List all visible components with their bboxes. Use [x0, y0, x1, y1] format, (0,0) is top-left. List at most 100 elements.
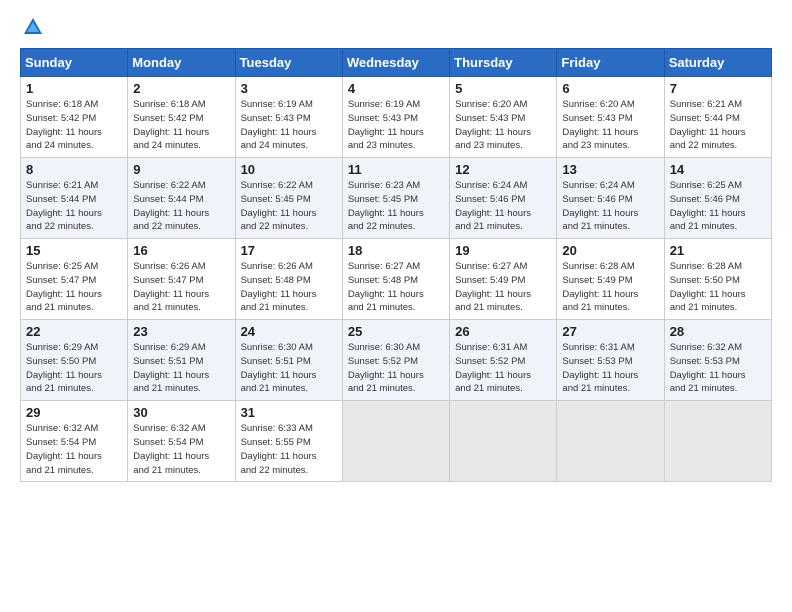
day-info: Sunrise: 6:24 AM Sunset: 5:46 PM Dayligh…: [562, 179, 658, 234]
day-number: 14: [670, 162, 766, 177]
day-cell: 22 Sunrise: 6:29 AM Sunset: 5:50 PM Dayli…: [21, 320, 128, 401]
day-cell: 12Sunrise: 6:24 AM Sunset: 5:46 PM Dayli…: [450, 158, 557, 239]
day-number: 17: [241, 243, 337, 258]
day-info: Sunrise: 6:19 AM Sunset: 5:43 PM Dayligh…: [348, 98, 444, 153]
day-number: 29: [26, 405, 122, 420]
day-info: Sunrise: 6:30 AM Sunset: 5:51 PM Dayligh…: [241, 341, 337, 396]
logo: [20, 16, 44, 38]
day-cell: 25 Sunrise: 6:30 AM Sunset: 5:52 PM Dayli…: [342, 320, 449, 401]
day-cell: 5Sunrise: 6:20 AM Sunset: 5:43 PM Daylig…: [450, 77, 557, 158]
week-row-4: 22 Sunrise: 6:29 AM Sunset: 5:50 PM Dayli…: [21, 320, 772, 401]
page: SundayMondayTuesdayWednesdayThursdayFrid…: [0, 0, 792, 612]
day-cell: 13 Sunrise: 6:24 AM Sunset: 5:46 PM Dayli…: [557, 158, 664, 239]
day-info: Sunrise: 6:26 AM Sunset: 5:47 PM Dayligh…: [133, 260, 229, 315]
day-number: 7: [670, 81, 766, 96]
day-info: Sunrise: 6:23 AM Sunset: 5:45 PM Dayligh…: [348, 179, 444, 234]
day-info: Sunrise: 6:28 AM Sunset: 5:50 PM Dayligh…: [670, 260, 766, 315]
day-info: Sunrise: 6:27 AM Sunset: 5:49 PM Dayligh…: [455, 260, 551, 315]
week-row-3: 15 Sunrise: 6:25 AM Sunset: 5:47 PM Dayli…: [21, 239, 772, 320]
day-cell: 29 Sunrise: 6:32 AM Sunset: 5:54 PM Dayli…: [21, 401, 128, 482]
day-number: 10: [241, 162, 337, 177]
day-number: 24: [241, 324, 337, 339]
day-header-wednesday: Wednesday: [342, 49, 449, 77]
day-cell: [557, 401, 664, 482]
day-header-thursday: Thursday: [450, 49, 557, 77]
day-number: 9: [133, 162, 229, 177]
day-cell: [664, 401, 771, 482]
day-cell: 31 Sunrise: 6:33 AM Sunset: 5:55 PM Dayli…: [235, 401, 342, 482]
day-cell: 6 Sunrise: 6:20 AM Sunset: 5:43 PM Daylig…: [557, 77, 664, 158]
day-number: 3: [241, 81, 337, 96]
day-cell: 21Sunrise: 6:28 AM Sunset: 5:50 PM Dayli…: [664, 239, 771, 320]
day-cell: 4Sunrise: 6:19 AM Sunset: 5:43 PM Daylig…: [342, 77, 449, 158]
day-header-friday: Friday: [557, 49, 664, 77]
day-info: Sunrise: 6:32 AM Sunset: 5:54 PM Dayligh…: [133, 422, 229, 477]
day-cell: 16 Sunrise: 6:26 AM Sunset: 5:47 PM Dayli…: [128, 239, 235, 320]
day-info: Sunrise: 6:21 AM Sunset: 5:44 PM Dayligh…: [670, 98, 766, 153]
day-number: 19: [455, 243, 551, 258]
day-info: Sunrise: 6:32 AM Sunset: 5:53 PM Dayligh…: [670, 341, 766, 396]
day-header-tuesday: Tuesday: [235, 49, 342, 77]
day-number: 1: [26, 81, 122, 96]
day-info: Sunrise: 6:25 AM Sunset: 5:46 PM Dayligh…: [670, 179, 766, 234]
day-cell: 17 Sunrise: 6:26 AM Sunset: 5:48 PM Dayli…: [235, 239, 342, 320]
day-info: Sunrise: 6:25 AM Sunset: 5:47 PM Dayligh…: [26, 260, 122, 315]
day-info: Sunrise: 6:29 AM Sunset: 5:51 PM Dayligh…: [133, 341, 229, 396]
week-row-5: 29 Sunrise: 6:32 AM Sunset: 5:54 PM Dayli…: [21, 401, 772, 482]
day-cell: 18 Sunrise: 6:27 AM Sunset: 5:48 PM Dayli…: [342, 239, 449, 320]
day-info: Sunrise: 6:28 AM Sunset: 5:49 PM Dayligh…: [562, 260, 658, 315]
day-cell: 3 Sunrise: 6:19 AM Sunset: 5:43 PM Daylig…: [235, 77, 342, 158]
day-info: Sunrise: 6:30 AM Sunset: 5:52 PM Dayligh…: [348, 341, 444, 396]
day-header-sunday: Sunday: [21, 49, 128, 77]
day-info: Sunrise: 6:22 AM Sunset: 5:45 PM Dayligh…: [241, 179, 337, 234]
day-info: Sunrise: 6:31 AM Sunset: 5:52 PM Dayligh…: [455, 341, 551, 396]
day-number: 20: [562, 243, 658, 258]
day-number: 23: [133, 324, 229, 339]
day-info: Sunrise: 6:22 AM Sunset: 5:44 PM Dayligh…: [133, 179, 229, 234]
day-info: Sunrise: 6:18 AM Sunset: 5:42 PM Dayligh…: [26, 98, 122, 153]
day-info: Sunrise: 6:32 AM Sunset: 5:54 PM Dayligh…: [26, 422, 122, 477]
calendar-table: SundayMondayTuesdayWednesdayThursdayFrid…: [20, 48, 772, 482]
day-number: 28: [670, 324, 766, 339]
day-cell: 27 Sunrise: 6:31 AM Sunset: 5:53 PM Dayli…: [557, 320, 664, 401]
week-row-2: 8 Sunrise: 6:21 AM Sunset: 5:44 PM Daylig…: [21, 158, 772, 239]
day-cell: 23 Sunrise: 6:29 AM Sunset: 5:51 PM Dayli…: [128, 320, 235, 401]
logo-icon: [22, 16, 44, 38]
day-cell: 9 Sunrise: 6:22 AM Sunset: 5:44 PM Daylig…: [128, 158, 235, 239]
day-cell: 11Sunrise: 6:23 AM Sunset: 5:45 PM Dayli…: [342, 158, 449, 239]
day-info: Sunrise: 6:31 AM Sunset: 5:53 PM Dayligh…: [562, 341, 658, 396]
days-header-row: SundayMondayTuesdayWednesdayThursdayFrid…: [21, 49, 772, 77]
day-number: 6: [562, 81, 658, 96]
day-number: 26: [455, 324, 551, 339]
day-info: Sunrise: 6:19 AM Sunset: 5:43 PM Dayligh…: [241, 98, 337, 153]
day-header-saturday: Saturday: [664, 49, 771, 77]
day-info: Sunrise: 6:26 AM Sunset: 5:48 PM Dayligh…: [241, 260, 337, 315]
day-cell: 1 Sunrise: 6:18 AM Sunset: 5:42 PM Daylig…: [21, 77, 128, 158]
day-cell: 2 Sunrise: 6:18 AM Sunset: 5:42 PM Daylig…: [128, 77, 235, 158]
day-number: 16: [133, 243, 229, 258]
day-number: 8: [26, 162, 122, 177]
day-cell: [450, 401, 557, 482]
day-number: 12: [455, 162, 551, 177]
day-cell: 14 Sunrise: 6:25 AM Sunset: 5:46 PM Dayli…: [664, 158, 771, 239]
day-info: Sunrise: 6:18 AM Sunset: 5:42 PM Dayligh…: [133, 98, 229, 153]
day-info: Sunrise: 6:29 AM Sunset: 5:50 PM Dayligh…: [26, 341, 122, 396]
day-number: 25: [348, 324, 444, 339]
day-info: Sunrise: 6:20 AM Sunset: 5:43 PM Dayligh…: [562, 98, 658, 153]
day-number: 13: [562, 162, 658, 177]
day-cell: 20 Sunrise: 6:28 AM Sunset: 5:49 PM Dayli…: [557, 239, 664, 320]
day-number: 31: [241, 405, 337, 420]
day-number: 18: [348, 243, 444, 258]
day-number: 30: [133, 405, 229, 420]
day-info: Sunrise: 6:21 AM Sunset: 5:44 PM Dayligh…: [26, 179, 122, 234]
day-info: Sunrise: 6:33 AM Sunset: 5:55 PM Dayligh…: [241, 422, 337, 477]
day-number: 15: [26, 243, 122, 258]
day-cell: 8 Sunrise: 6:21 AM Sunset: 5:44 PM Daylig…: [21, 158, 128, 239]
day-number: 2: [133, 81, 229, 96]
day-cell: 24 Sunrise: 6:30 AM Sunset: 5:51 PM Dayli…: [235, 320, 342, 401]
day-number: 27: [562, 324, 658, 339]
header: [20, 16, 772, 38]
day-number: 22: [26, 324, 122, 339]
logo-area: [20, 16, 44, 38]
day-info: Sunrise: 6:27 AM Sunset: 5:48 PM Dayligh…: [348, 260, 444, 315]
